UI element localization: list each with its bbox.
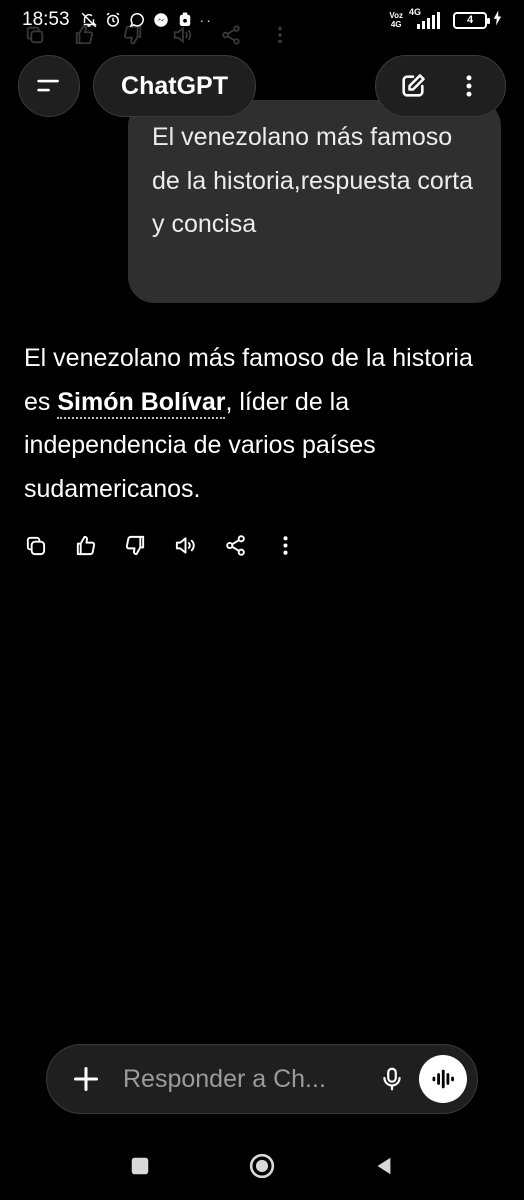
- plus-icon: [73, 1066, 99, 1092]
- previous-actions-row: [24, 24, 291, 46]
- mic-icon: [383, 1067, 401, 1091]
- copy-icon: [26, 536, 46, 556]
- composer: [46, 1044, 478, 1114]
- back-icon: [377, 1157, 391, 1175]
- edit-icon: [402, 74, 425, 97]
- back-button[interactable]: [371, 1153, 397, 1179]
- user-message-text: El venezolano más famoso de la historia,…: [152, 123, 474, 238]
- speaker-icon: [173, 26, 192, 44]
- share-icon: [222, 25, 240, 45]
- header-actions: [375, 55, 506, 117]
- status-right: Voz 4G 4G 4: [389, 7, 502, 31]
- menu-button[interactable]: [18, 55, 80, 117]
- voice-mode-button[interactable]: [419, 1055, 467, 1103]
- message-actions: [24, 534, 297, 557]
- more-options-button[interactable]: [456, 72, 482, 100]
- more-vertical-icon: [278, 26, 282, 44]
- thumbs-up-icon: [75, 25, 94, 45]
- thumbs-up-icon: [76, 535, 96, 556]
- recents-button[interactable]: [127, 1153, 153, 1179]
- system-nav-bar: [0, 1140, 524, 1192]
- more-actions-button[interactable]: [274, 534, 297, 557]
- recents-icon: [131, 1157, 149, 1175]
- network-top-label: Voz: [389, 11, 403, 20]
- network-bottom-label: 4G: [390, 20, 402, 29]
- more-vertical-icon: [466, 75, 472, 97]
- copy-button[interactable]: [24, 534, 47, 557]
- thumbs-down-icon: [123, 25, 142, 45]
- voice-mode-icon: [432, 1069, 454, 1089]
- signal-icon: 4G: [409, 7, 447, 30]
- assistant-message: El venezolano más famoso de la historia …: [24, 337, 500, 511]
- message-input[interactable]: [123, 1064, 375, 1094]
- speaker-icon: [175, 537, 195, 554]
- battery-level: 4: [466, 14, 474, 26]
- charging-icon: [493, 10, 502, 31]
- share-button[interactable]: [224, 534, 247, 557]
- user-message-bubble[interactable]: El venezolano más famoso de la historia,…: [128, 100, 501, 303]
- thumbs-down-icon: [125, 535, 145, 556]
- battery-icon: 4: [453, 11, 490, 29]
- home-button[interactable]: [249, 1153, 275, 1179]
- attach-button[interactable]: [69, 1062, 103, 1096]
- new-chat-button[interactable]: [399, 72, 427, 100]
- menu-icon: [37, 79, 59, 92]
- share-icon: [226, 535, 245, 556]
- read-aloud-button[interactable]: [174, 534, 197, 557]
- home-icon: [249, 1153, 275, 1179]
- network-type: Voz 4G: [389, 11, 403, 29]
- assistant-entity-link[interactable]: Simón Bolívar: [57, 387, 226, 419]
- more-vertical-icon: [283, 536, 288, 555]
- dictation-button[interactable]: [375, 1062, 409, 1096]
- model-selector[interactable]: ChatGPT: [93, 55, 256, 117]
- thumbs-down-button[interactable]: [124, 534, 147, 557]
- copy-icon: [26, 26, 44, 44]
- thumbs-up-button[interactable]: [74, 534, 97, 557]
- page-title: ChatGPT: [121, 71, 228, 100]
